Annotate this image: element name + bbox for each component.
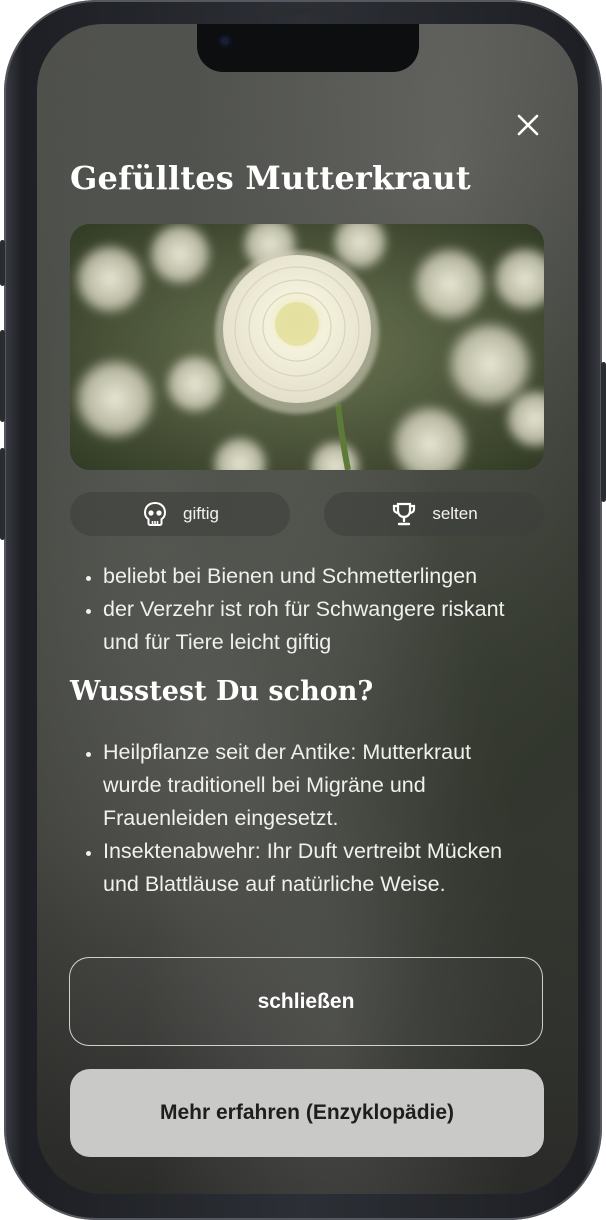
flower-photo <box>70 224 544 470</box>
notch <box>197 24 419 72</box>
toxicity-badge: giftig <box>70 492 290 536</box>
close-dialog-button[interactable]: schließen <box>69 957 543 1046</box>
rarity-label: selten <box>432 504 478 523</box>
volume-down-button <box>0 448 5 540</box>
did-you-know-list: Heilpflanze seit der Antike: Mutterkraut… <box>70 736 533 901</box>
speaker-grille <box>256 8 352 14</box>
skull-icon <box>144 501 167 526</box>
screen: Gefülltes Mutterkraut giftig selten • be… <box>37 24 578 1194</box>
page-title: Gefülltes Mutterkraut <box>70 159 471 197</box>
list-item: der Verzehr ist roh für Schwangere riska… <box>103 593 533 659</box>
front-camera <box>218 34 232 48</box>
rarity-badge: selten <box>324 492 544 536</box>
volume-up-button <box>0 330 5 422</box>
learn-more-button[interactable]: Mehr erfahren (Enzyklopädie) <box>70 1069 544 1157</box>
list-item: beliebt bei Bienen und Schmetterlingen <box>103 560 533 593</box>
facts-list: beliebt bei Bienen und Schmetterlingen d… <box>70 560 533 659</box>
did-you-know-title: Wusstest Du schon? <box>70 676 374 707</box>
close-button[interactable] <box>513 110 543 140</box>
close-dialog-label: schließen <box>257 989 355 1013</box>
list-item: Heilpflanze seit der Antike: Mutterkraut… <box>103 736 533 835</box>
list-item: Insektenabwehr: Ihr Duft vertreibt Mücke… <box>103 835 533 901</box>
learn-more-label: Mehr erfahren (Enzyklopädie) <box>159 1101 455 1124</box>
close-icon <box>517 114 539 136</box>
toxicity-label: giftig <box>183 504 219 523</box>
mute-switch <box>0 240 5 286</box>
power-button <box>601 362 606 502</box>
trophy-icon <box>393 502 416 526</box>
phone-frame: Gefülltes Mutterkraut giftig selten • be… <box>0 0 606 1220</box>
